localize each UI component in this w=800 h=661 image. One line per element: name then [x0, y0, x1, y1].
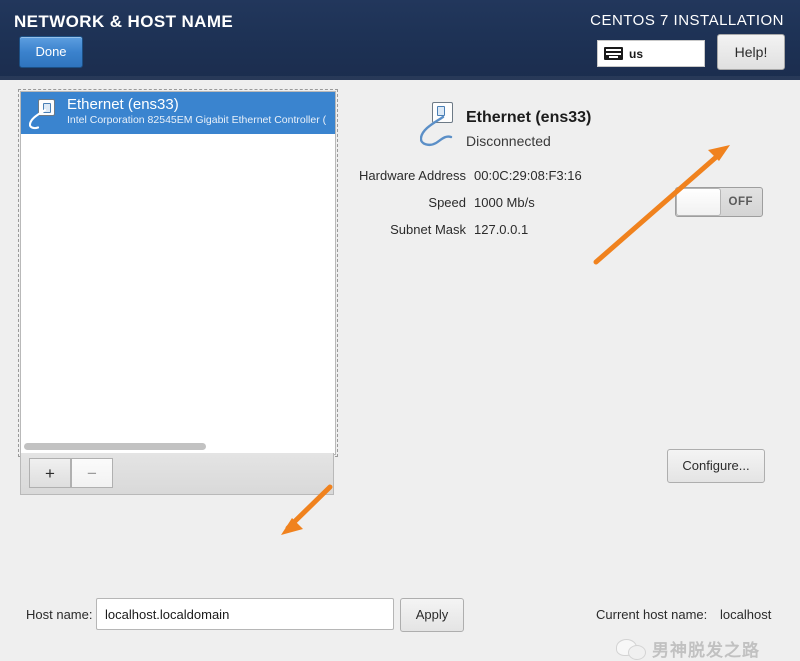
installation-title: CENTOS 7 INSTALLATION	[590, 12, 784, 29]
keyboard-layout-label: us	[629, 47, 643, 61]
toggle-state-label: OFF	[729, 188, 754, 216]
detail-label: Speed	[428, 195, 466, 210]
remove-device-button[interactable]: −	[71, 458, 113, 488]
help-button[interactable]: Help!	[717, 34, 785, 70]
configure-button[interactable]: Configure...	[667, 449, 765, 483]
device-list-toolbar: + −	[20, 453, 334, 495]
add-device-button[interactable]: +	[29, 458, 71, 488]
detail-value: 1000 Mb/s	[474, 195, 535, 210]
ethernet-icon	[29, 96, 63, 130]
list-item-subtitle: Intel Corporation 82545EM Gigabit Ethern…	[67, 113, 326, 127]
current-hostname-value: localhost	[720, 607, 771, 622]
scrollbar-thumb[interactable]	[24, 443, 206, 450]
toggle-knob[interactable]	[676, 188, 721, 216]
keyboard-icon	[604, 47, 623, 60]
spoke-content: Ethernet (ens33) Intel Corporation 82545…	[0, 80, 800, 600]
detail-value: 00:0C:29:08:F3:16	[474, 168, 582, 183]
hostname-input[interactable]	[96, 598, 394, 630]
done-button[interactable]: Done	[19, 36, 83, 68]
page-title: NETWORK & HOST NAME	[14, 12, 233, 32]
wechat-icon	[616, 638, 646, 660]
network-on-off-toggle[interactable]: OFF	[675, 187, 763, 217]
apply-button[interactable]: Apply	[400, 598, 464, 632]
watermark: 男神脱发之路	[616, 636, 760, 661]
list-item[interactable]: Ethernet (ens33) Intel Corporation 82545…	[21, 92, 335, 134]
list-item-title: Ethernet (ens33)	[67, 96, 326, 113]
network-device-list[interactable]: Ethernet (ens33) Intel Corporation 82545…	[20, 91, 336, 455]
hostname-label: Host name:	[26, 607, 92, 622]
current-hostname-label: Current host name:	[596, 607, 707, 622]
device-list-horizontal-scrollbar[interactable]	[22, 441, 332, 452]
detail-label: Subnet Mask	[390, 222, 466, 237]
installer-header: NETWORK & HOST NAME Done CENTOS 7 INSTAL…	[0, 0, 800, 80]
keyboard-layout-indicator[interactable]: us	[597, 40, 705, 67]
watermark-text: 男神脱发之路	[652, 636, 760, 661]
detail-device-status: Disconnected	[466, 133, 551, 149]
detail-device-title: Ethernet (ens33)	[466, 109, 591, 127]
detail-value: 127.0.0.1	[474, 222, 528, 237]
detail-label: Hardware Address	[359, 168, 466, 183]
